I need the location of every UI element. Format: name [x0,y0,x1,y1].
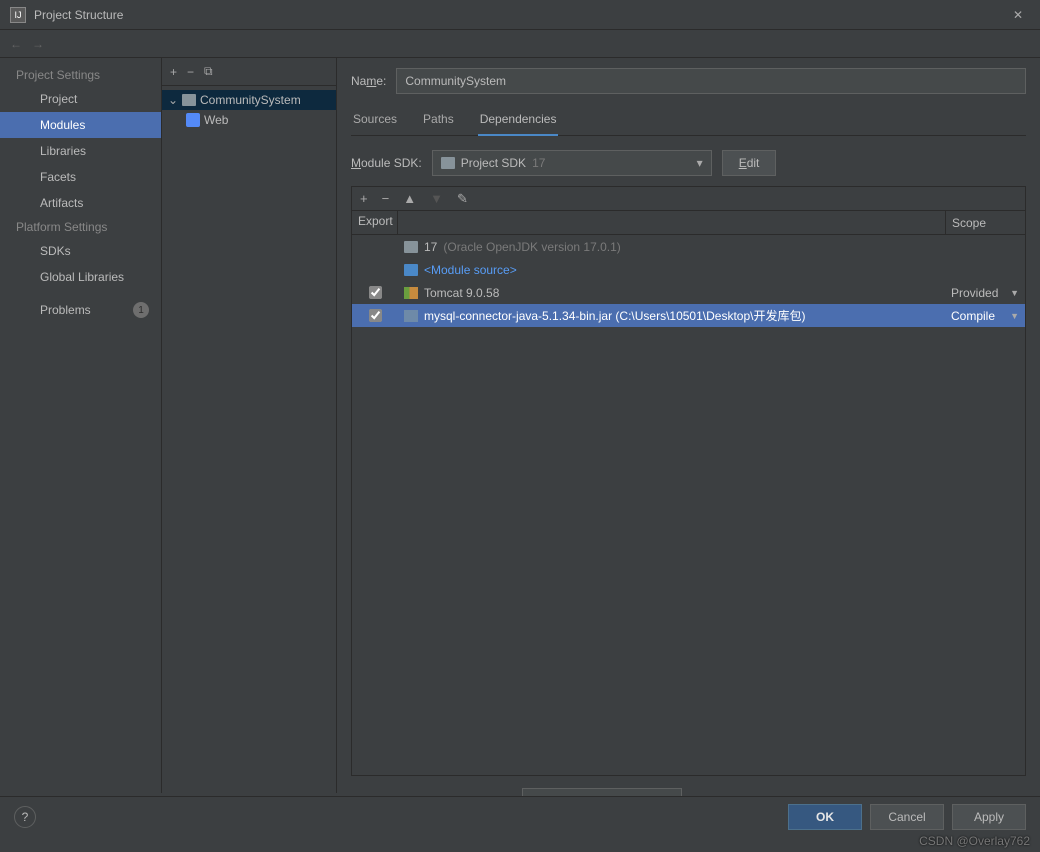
sidebar-section-platform: Platform Settings [0,216,161,238]
export-checkbox[interactable] [369,286,382,299]
titlebar: IJ Project Structure ✕ [0,0,1040,30]
chevron-down-icon[interactable]: ▼ [1010,311,1019,321]
dep-row[interactable]: <Module source> [352,258,1025,281]
problems-count-badge: 1 [133,302,149,318]
remove-dep-icon[interactable]: − [382,191,390,206]
tree-node-root[interactable]: ⌄ CommunitySystem [162,90,336,110]
nav-toolbar: ← → [0,30,1040,58]
statusbar [0,836,12,852]
sidebar-item-problems[interactable]: Problems 1 [0,298,161,322]
sidebar-item-project[interactable]: Project [0,86,161,112]
sidebar: Project Settings Project Modules Librari… [0,58,162,793]
sidebar-item-global-libraries[interactable]: Global Libraries [0,264,161,290]
dialog-footer: ? OK Cancel Apply [0,796,1040,836]
sdk-value-suffix: 17 [532,156,545,170]
tree-root-label: CommunitySystem [200,93,301,107]
add-icon[interactable]: + [170,65,177,79]
dep-row[interactable]: mysql-connector-java-5.1.34-bin.jar (C:\… [352,304,1025,327]
dep-name-text: Tomcat 9.0.58 [424,286,499,300]
chevron-down-icon[interactable]: ▼ [1010,288,1019,298]
sdk-icon [441,157,455,169]
sidebar-item-sdks[interactable]: SDKs [0,238,161,264]
header-name [398,211,945,234]
module-tabs: Sources Paths Dependencies [351,108,1026,136]
remove-icon[interactable]: − [187,65,194,79]
problems-label: Problems [40,303,91,317]
move-down-icon[interactable]: ▼ [430,191,443,206]
sidebar-section-project: Project Settings [0,64,161,86]
ok-button[interactable]: OK [788,804,862,830]
sidebar-item-modules[interactable]: Modules [0,112,161,138]
name-label: Name: [351,74,386,88]
dep-row[interactable]: 17 (Oracle OpenJDK version 17.0.1) [352,235,1025,258]
sdk-icon [404,241,418,253]
jar-icon [404,310,418,322]
help-button[interactable]: ? [14,806,36,828]
tom-icon [404,287,418,299]
window-title: Project Structure [34,8,1006,22]
tab-paths[interactable]: Paths [421,108,456,135]
web-facet-icon [186,113,200,127]
header-export: Export [352,211,398,234]
dep-header: Export Scope [352,211,1025,235]
dep-name-text: <Module source> [424,263,517,277]
sdk-value-prefix: Project SDK [461,156,526,170]
tab-dependencies[interactable]: Dependencies [478,108,559,136]
module-sdk-label: Module SDK: [351,156,422,170]
back-icon[interactable]: ← [10,37,22,51]
close-icon[interactable]: ✕ [1006,8,1030,22]
intellij-icon: IJ [10,7,26,23]
tree-toolbar: + − ⧉ [162,58,336,86]
chevron-down-icon: ▾ [697,156,703,170]
dep-row[interactable]: Tomcat 9.0.58 Provided ▼ [352,281,1025,304]
copy-icon[interactable]: ⧉ [204,64,213,79]
forward-icon[interactable]: → [32,37,44,51]
dep-name-text: 17 [424,240,437,254]
watermark: CSDN @Overlay762 [919,834,1030,848]
scope-value: Provided [951,286,998,300]
apply-button[interactable]: Apply [952,804,1026,830]
module-name-input[interactable] [396,68,1026,94]
chevron-down-icon: ⌄ [168,93,178,107]
dep-toolbar: + − ▲ ▼ ✎ [352,187,1025,211]
scope-value: Compile [951,309,995,323]
module-icon [182,94,196,106]
sidebar-item-artifacts[interactable]: Artifacts [0,190,161,216]
tree-node-web[interactable]: Web [162,110,336,130]
export-checkbox[interactable] [369,309,382,322]
header-scope: Scope [945,211,1025,234]
dependencies-table: + − ▲ ▼ ✎ Export Scope 17 (Oracle OpenJD… [351,186,1026,776]
module-tree: + − ⧉ ⌄ CommunitySystem Web [162,58,337,793]
sidebar-item-facets[interactable]: Facets [0,164,161,190]
edit-sdk-button[interactable]: Edit [722,150,777,176]
content-panel: Name: Sources Paths Dependencies Module … [337,58,1040,793]
edit-dep-icon[interactable]: ✎ [457,191,468,207]
cancel-button[interactable]: Cancel [870,804,944,830]
sidebar-item-libraries[interactable]: Libraries [0,138,161,164]
module-sdk-combo[interactable]: Project SDK 17 ▾ [432,150,712,176]
dep-name-text: mysql-connector-java-5.1.34-bin.jar (C:\… [424,307,805,324]
tree-web-label: Web [204,113,228,127]
tab-sources[interactable]: Sources [351,108,399,135]
src-icon [404,264,418,276]
move-up-icon[interactable]: ▲ [403,191,416,206]
add-dep-icon[interactable]: + [360,191,368,206]
